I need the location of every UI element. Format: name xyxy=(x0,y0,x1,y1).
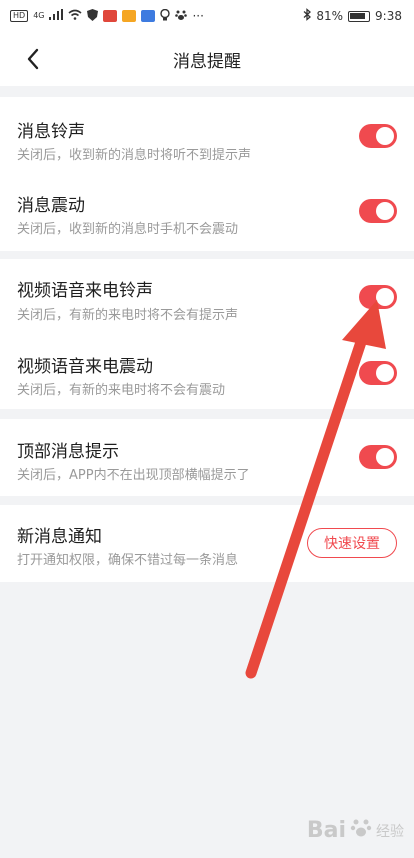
watermark-logo: Bai 经验 xyxy=(307,817,404,844)
setting-row-notification: 新消息通知 打开通知权限，确保不错过每一条消息 快速设置 xyxy=(0,505,414,582)
hd-icon: HD xyxy=(10,10,29,22)
call-vibration-toggle[interactable] xyxy=(359,361,397,385)
toggle-knob xyxy=(376,288,394,306)
status-right: 81% 9:38 xyxy=(303,8,402,24)
message-vibration-toggle[interactable] xyxy=(359,199,397,223)
app-notification-icon xyxy=(141,10,156,22)
top-banner-toggle[interactable] xyxy=(359,445,397,469)
paw-logo-icon xyxy=(350,817,372,844)
app-notification-icon xyxy=(122,10,137,22)
setting-subtitle: 关闭后，有新的来电时将不会有提示声 xyxy=(17,308,239,323)
toggle-knob xyxy=(376,364,394,382)
toggle-knob xyxy=(376,202,394,220)
battery-icon xyxy=(348,10,371,22)
page-title: 消息提醒 xyxy=(173,51,241,72)
settings-group-call: 视频语音来电铃声 关闭后，有新的来电时将不会有提示声 视频语音来电震动 关闭后，… xyxy=(0,259,414,409)
paw-icon xyxy=(175,9,188,24)
setting-subtitle: 关闭后，收到新的消息时手机不会震动 xyxy=(17,222,239,237)
bluetooth-icon xyxy=(303,8,312,24)
signal-icon xyxy=(49,9,64,23)
app-notification-icon xyxy=(103,10,118,22)
more-icon: ··· xyxy=(192,9,204,23)
battery-percent: 81% xyxy=(316,9,344,23)
setting-subtitle: 关闭后，收到新的消息时将听不到提示声 xyxy=(17,148,252,163)
nav-bar: 消息提醒 xyxy=(0,32,414,86)
setting-title: 消息震动 xyxy=(17,196,85,216)
setting-title: 消息铃声 xyxy=(17,122,85,142)
chevron-left-icon xyxy=(27,48,39,70)
setting-title: 视频语音来电铃声 xyxy=(17,281,153,301)
watermark-text: Bai xyxy=(306,818,346,843)
setting-subtitle: 关闭后，APP内不在出现顶部横幅提示了 xyxy=(17,468,250,483)
setting-subtitle: 打开通知权限，确保不错过每一条消息 xyxy=(17,553,239,568)
setting-row-call-ringtone: 视频语音来电铃声 关闭后，有新的来电时将不会有提示声 xyxy=(0,259,414,334)
setting-row-message-vibration: 消息震动 关闭后，收到新的消息时手机不会震动 xyxy=(0,174,414,251)
settings-group-top-banner: 顶部消息提示 关闭后，APP内不在出现顶部横幅提示了 xyxy=(0,419,414,496)
bulb-icon xyxy=(160,8,171,24)
call-ringtone-toggle[interactable] xyxy=(359,285,397,309)
watermark-text-cn: 经验 xyxy=(376,823,404,840)
clock: 9:38 xyxy=(375,9,402,23)
setting-title: 新消息通知 xyxy=(17,527,102,547)
status-left: HD 4G ··· xyxy=(10,8,204,24)
status-bar: HD 4G ··· 81% 9:38 xyxy=(0,0,414,32)
toggle-knob xyxy=(376,448,394,466)
setting-title: 视频语音来电震动 xyxy=(17,357,153,377)
setting-subtitle: 关闭后，有新的来电时将不会有震动 xyxy=(17,383,226,398)
network-4g-icon: 4G xyxy=(33,11,45,20)
setting-row-message-ringtone: 消息铃声 关闭后，收到新的消息时将听不到提示声 xyxy=(0,97,414,174)
message-ringtone-toggle[interactable] xyxy=(359,124,397,148)
settings-group-notification: 新消息通知 打开通知权限，确保不错过每一条消息 快速设置 xyxy=(0,505,414,582)
setting-title: 顶部消息提示 xyxy=(17,442,119,462)
setting-row-call-vibration: 视频语音来电震动 关闭后，有新的来电时将不会有震动 xyxy=(0,334,414,409)
settings-group-message: 消息铃声 关闭后，收到新的消息时将听不到提示声 消息震动 关闭后，收到新的消息时… xyxy=(0,97,414,251)
setting-row-top-banner: 顶部消息提示 关闭后，APP内不在出现顶部横幅提示了 xyxy=(0,419,414,496)
shield-icon xyxy=(87,8,99,24)
quick-setup-button[interactable]: 快速设置 xyxy=(307,528,397,558)
back-button[interactable] xyxy=(18,44,48,74)
wifi-icon xyxy=(68,9,82,23)
toggle-knob xyxy=(376,127,394,145)
